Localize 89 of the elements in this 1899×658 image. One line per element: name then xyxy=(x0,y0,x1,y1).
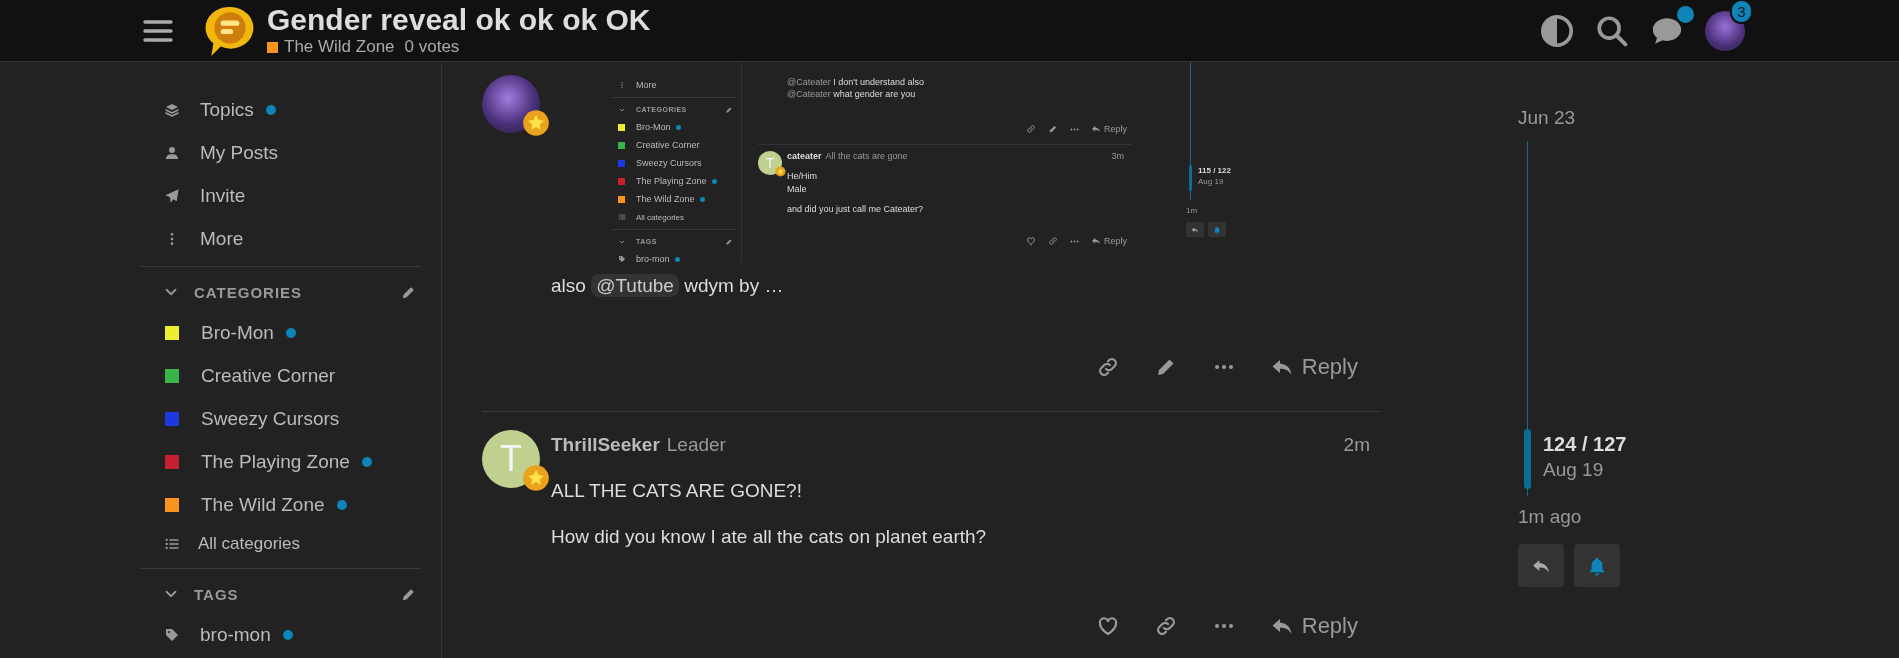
more-icon xyxy=(1070,239,1079,243)
reply-button[interactable] xyxy=(1186,222,1204,237)
category-link[interactable]: The Wild Zone xyxy=(612,190,741,208)
post-text: and did you just call me Cateater? xyxy=(787,203,925,216)
category-link[interactable]: Creative Corner xyxy=(612,136,741,154)
notification-badge: 3 xyxy=(1730,0,1753,24)
reply-button[interactable]: Reply xyxy=(1086,234,1132,248)
category-link[interactable]: The Playing Zone xyxy=(140,440,421,483)
sidebar-link[interactable]: Invite xyxy=(140,174,421,217)
star-flair-icon xyxy=(522,464,550,492)
mention-link[interactable]: @Tutube xyxy=(591,274,679,297)
link-icon xyxy=(1048,236,1058,246)
tag-icon xyxy=(164,626,180,643)
reply-icon xyxy=(1191,225,1199,234)
section-heading[interactable]: CATEGORIES xyxy=(194,283,303,301)
category-link[interactable]: The Playing Zone xyxy=(612,172,741,190)
user-title: All the cats are gone xyxy=(825,151,908,161)
topic-title: Gender reveal ok ok ok OK xyxy=(267,4,651,36)
vote-count: 0 votes xyxy=(404,37,460,57)
search-icon[interactable] xyxy=(1595,13,1629,48)
reply-button[interactable]: Reply xyxy=(1086,122,1132,136)
timeline-start-date[interactable]: Jun 23 xyxy=(1518,107,1620,129)
sidebar-link[interactable]: Topics xyxy=(140,88,421,131)
theme-toggle-icon[interactable] xyxy=(1540,13,1574,48)
post-text: also @Tutube wdym by … xyxy=(551,274,785,298)
notification-button[interactable] xyxy=(1574,544,1620,587)
vertical-dots-icon xyxy=(618,81,626,89)
letter-avatar: T xyxy=(758,151,782,175)
link-icon xyxy=(1026,124,1036,134)
all-categories-link[interactable]: All categories xyxy=(612,208,741,226)
username: cateater xyxy=(787,151,822,161)
post-text: @Cateater I don't understand also xyxy=(787,76,925,88)
more-icon xyxy=(1070,127,1079,131)
heart-icon xyxy=(1026,236,1036,246)
post-time[interactable]: 2m xyxy=(1343,434,1370,456)
paper-plane-icon xyxy=(164,187,180,204)
sidebar-link[interactable]: My Posts xyxy=(140,131,421,174)
pencil-icon xyxy=(725,105,733,114)
all-categories-link[interactable]: All categories xyxy=(140,526,421,562)
category-link[interactable]: Creative Corner xyxy=(140,354,421,397)
bell-icon xyxy=(1587,555,1607,576)
notification-button[interactable] xyxy=(1208,222,1226,237)
post-text: @Cateater what gender are you xyxy=(787,88,917,100)
sidebar-link[interactable]: More xyxy=(140,217,421,260)
pencil-icon xyxy=(725,237,733,246)
user-title: Leader xyxy=(666,434,726,456)
more-icon xyxy=(1213,364,1234,370)
layers-icon xyxy=(164,101,180,118)
mention-link[interactable]: @Cateater xyxy=(787,89,831,99)
pencil-icon xyxy=(1048,124,1058,134)
list-icon xyxy=(618,213,626,221)
username[interactable]: ThrillSeeker xyxy=(551,434,660,456)
post-text: ALL THE CATS ARE GONE?! xyxy=(551,479,803,503)
reply-icon xyxy=(1091,236,1101,246)
user-avatar[interactable] xyxy=(482,75,540,133)
last-activity-time: 1m xyxy=(1186,206,1199,215)
category-link[interactable]: Bro-Mon xyxy=(612,118,741,136)
bell-icon xyxy=(1213,225,1221,234)
reply-button[interactable] xyxy=(1518,544,1564,587)
section-heading[interactable]: TAGS xyxy=(194,585,239,603)
more-icon xyxy=(1213,623,1234,629)
tag-icon xyxy=(618,255,626,262)
category-link[interactable]: Sweezy Cursors xyxy=(140,397,421,440)
reply-icon xyxy=(1091,124,1101,134)
category-link[interactable]: The Wild Zone xyxy=(140,483,421,526)
tag-link[interactable]: bro-mon xyxy=(612,250,741,262)
last-activity-time[interactable]: 1m ago xyxy=(1518,506,1620,528)
menu-icon[interactable] xyxy=(143,18,173,43)
post-position: 115 / 122 xyxy=(1198,166,1231,175)
timeline-date: Aug 19 xyxy=(1198,177,1225,186)
post-time: 3m xyxy=(1111,151,1124,161)
reply-button[interactable]: Reply xyxy=(1257,348,1370,386)
user-icon xyxy=(164,144,180,161)
timeline-handle[interactable] xyxy=(1524,429,1531,489)
post-text: How did you know I ate all the cats on planet earth? xyxy=(551,525,988,549)
category-link[interactable]: The Wild Zone xyxy=(267,37,395,57)
reply-button[interactable]: Reply xyxy=(1257,607,1370,645)
category-link[interactable]: Bro-Mon xyxy=(140,311,421,354)
post-text: He/Him xyxy=(787,170,818,183)
category-link[interactable]: Sweezy Cursors xyxy=(612,154,741,172)
timeline-date: Aug 19 xyxy=(1543,459,1605,481)
mention-link[interactable]: @Cateater xyxy=(787,77,831,87)
post-position: 124 / 127 xyxy=(1543,433,1627,456)
sidebar-link[interactable]: More xyxy=(612,76,741,94)
star-flair-icon xyxy=(775,166,786,177)
tag-link[interactable]: bro-mon xyxy=(140,613,421,656)
star-flair-icon xyxy=(522,109,550,137)
post-text: Male xyxy=(787,183,808,196)
list-icon xyxy=(164,536,180,552)
